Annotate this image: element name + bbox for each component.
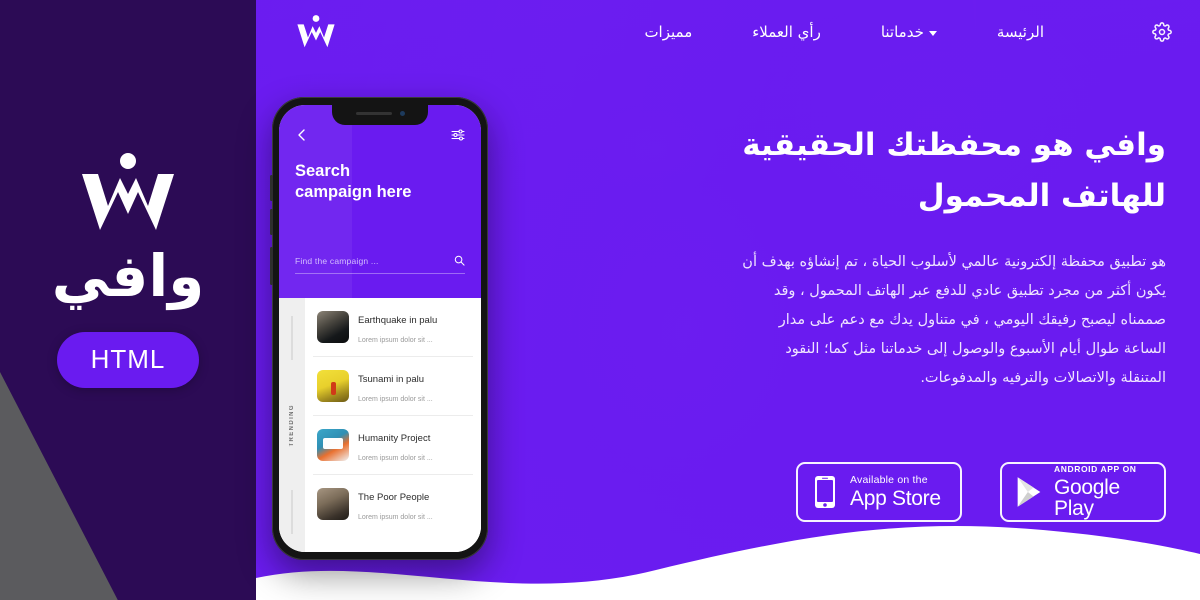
- list-item[interactable]: Tsunami in palu Lorem ipsum dolor sit ..…: [313, 357, 473, 416]
- nav-item-features[interactable]: مميزات: [614, 17, 722, 47]
- list-item[interactable]: The Poor People Lorem ipsum dolor sit ..…: [313, 475, 473, 533]
- app-store-button[interactable]: Available on the App Store: [796, 462, 962, 522]
- chevron-down-icon: [928, 30, 937, 36]
- sliders-icon[interactable]: [451, 128, 465, 142]
- nav-links-list: الرئيسة خدماتنا رأي العملاء مميزات: [342, 17, 1134, 47]
- hero-title-line-2: للهاتف المحمول: [917, 178, 1166, 215]
- list-item-subtitle: Lorem ipsum dolor sit ...: [358, 514, 433, 521]
- app-title-line-2: campaign here: [295, 183, 412, 202]
- phone-speaker: [355, 111, 392, 116]
- nav-item-services[interactable]: خدماتنا: [851, 17, 967, 47]
- campaign-list: Earthquake in palu Lorem ipsum dolor sit…: [305, 298, 481, 552]
- hero-title-line-1: وافي هو محفظتك الحقيقية: [742, 127, 1166, 163]
- nav-item-testimonials-label: رأي العملاء: [752, 23, 821, 41]
- phone-volume-up-button: [270, 175, 273, 201]
- phone-volume-down-button: [270, 209, 273, 235]
- store-buttons-row: Available on the App Store ANDROID APP O…: [796, 462, 1166, 522]
- chevron-left-icon[interactable]: [295, 128, 309, 142]
- google-play-big-label: Google Play: [1054, 475, 1120, 520]
- iphone-icon: [810, 475, 840, 509]
- app-topbar: [295, 127, 465, 143]
- phone-mockup: Search campaign here Find the campaign .…: [270, 97, 488, 560]
- hero-description: هو تطبيق محفظة إلكترونية عالمي لأسلوب ال…: [742, 254, 1166, 387]
- list-item-subtitle: Lorem ipsum dolor sit ...: [358, 337, 433, 344]
- html-badge-button[interactable]: HTML: [56, 332, 200, 389]
- poor-people-thumb-image: [317, 488, 349, 520]
- list-item-subtitle: Lorem ipsum dolor sit ...: [358, 455, 433, 462]
- phone-notch: [332, 105, 428, 125]
- list-item-subtitle: Lorem ipsum dolor sit ...: [358, 396, 433, 403]
- rail-line-bottom: [291, 490, 293, 534]
- trending-rail: TRENDING: [279, 298, 305, 552]
- nav-item-features-label: مميزات: [644, 23, 693, 41]
- hero-title: وافي هو محفظتك الحقيقية للهاتف المحمول: [736, 120, 1166, 222]
- list-item-title: Tsunami in palu: [358, 374, 425, 385]
- rail-line-top: [291, 316, 293, 360]
- humanity-thumb-image: [317, 429, 349, 461]
- list-item-title: Humanity Project: [358, 433, 431, 444]
- list-item[interactable]: Earthquake in palu Lorem ipsum dolor sit…: [313, 298, 473, 357]
- left-brand-panel: وافي HTML: [0, 0, 256, 600]
- app-store-big-label: App Store: [850, 487, 941, 511]
- list-item-title: The Poor People: [358, 492, 430, 503]
- list-item-title: Earthquake in palu: [358, 315, 438, 326]
- hero-banner: وافي HTML الرئيسة خدماتنا رأي العملاء مم…: [0, 0, 1200, 600]
- google-play-small-label: ANDROID APP ON: [1054, 464, 1137, 475]
- earthquake-thumb-image: [317, 311, 349, 343]
- nav-item-home[interactable]: الرئيسة: [967, 17, 1074, 47]
- phone-power-button: [270, 247, 273, 285]
- nav-item-services-label: خدماتنا: [880, 23, 924, 41]
- phone-screen: Search campaign here Find the campaign .…: [279, 105, 481, 552]
- google-play-button[interactable]: ANDROID APP ON Google Play: [1000, 462, 1166, 522]
- tsunami-thumb-image: [317, 370, 349, 402]
- search-icon[interactable]: [454, 255, 465, 266]
- phone-front-camera: [399, 111, 405, 116]
- hero-copy-block: وافي هو محفظتك الحقيقية للهاتف المحمول ه…: [736, 120, 1166, 393]
- app-header: Search campaign here: [279, 105, 481, 298]
- nav-item-home-label: الرئيسة: [996, 23, 1044, 41]
- search-input[interactable]: [295, 255, 431, 266]
- wafi-w-logo-icon: [76, 152, 180, 236]
- app-store-small-label: Available on the: [850, 473, 928, 486]
- trending-label: TRENDING: [289, 403, 295, 447]
- app-body: TRENDING Earthquake in palu Lorem ipsum …: [279, 298, 481, 552]
- app-title-line-1: Search: [295, 162, 351, 180]
- nav-wafi-logo-icon[interactable]: [294, 12, 338, 52]
- main-navigation: الرئيسة خدماتنا رأي العملاء مميزات: [256, 0, 1200, 64]
- list-item[interactable]: Humanity Project Lorem ipsum dolor sit .…: [313, 416, 473, 475]
- play-triangle-icon: [1014, 475, 1044, 509]
- gear-icon[interactable]: [1152, 22, 1172, 42]
- app-search-field[interactable]: [295, 255, 465, 274]
- nav-item-testimonials[interactable]: رأي العملاء: [722, 17, 851, 47]
- brand-arabic-name: وافي: [51, 241, 205, 310]
- app-screen-title: Search campaign here: [295, 161, 465, 204]
